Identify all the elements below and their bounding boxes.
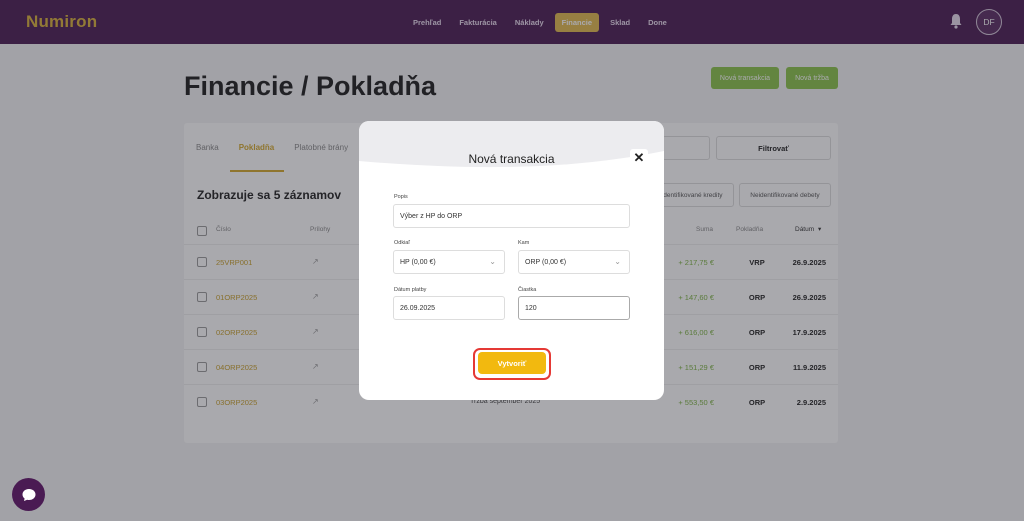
payment-date-input[interactable]: 26.09.2025: [393, 296, 505, 320]
new-transaction-modal: Nová transakcia ✕ Popis Výber z HP do OR…: [359, 121, 664, 400]
modal-title: Nová transakcia: [468, 152, 555, 166]
payment-date-value: 26.09.2025: [400, 304, 436, 312]
description-label: Popis: [394, 194, 408, 200]
amount-label: Čiastka: [518, 287, 537, 293]
amount-input[interactable]: 120: [518, 296, 630, 320]
chat-widget-button[interactable]: [12, 478, 45, 511]
chat-bubble-icon: [22, 488, 35, 501]
description-value: Výber z HP do ORP: [400, 212, 463, 220]
create-button[interactable]: Vytvoriť: [478, 352, 546, 374]
from-value: HP (0,00 €): [400, 258, 436, 266]
chevron-down-icon: ⌄: [489, 257, 496, 266]
from-label: Odkiaľ: [394, 240, 410, 246]
chevron-down-icon: ⌄: [614, 257, 621, 266]
to-value: ORP (0,00 €): [525, 258, 567, 266]
description-input[interactable]: Výber z HP do ORP: [393, 204, 630, 228]
to-select[interactable]: ORP (0,00 €) ⌄: [518, 250, 630, 274]
amount-value: 120: [525, 304, 537, 312]
close-icon[interactable]: ✕: [630, 149, 648, 167]
to-label: Kam: [518, 240, 530, 246]
from-select[interactable]: HP (0,00 €) ⌄: [393, 250, 505, 274]
payment-date-label: Dátum platby: [394, 287, 427, 293]
